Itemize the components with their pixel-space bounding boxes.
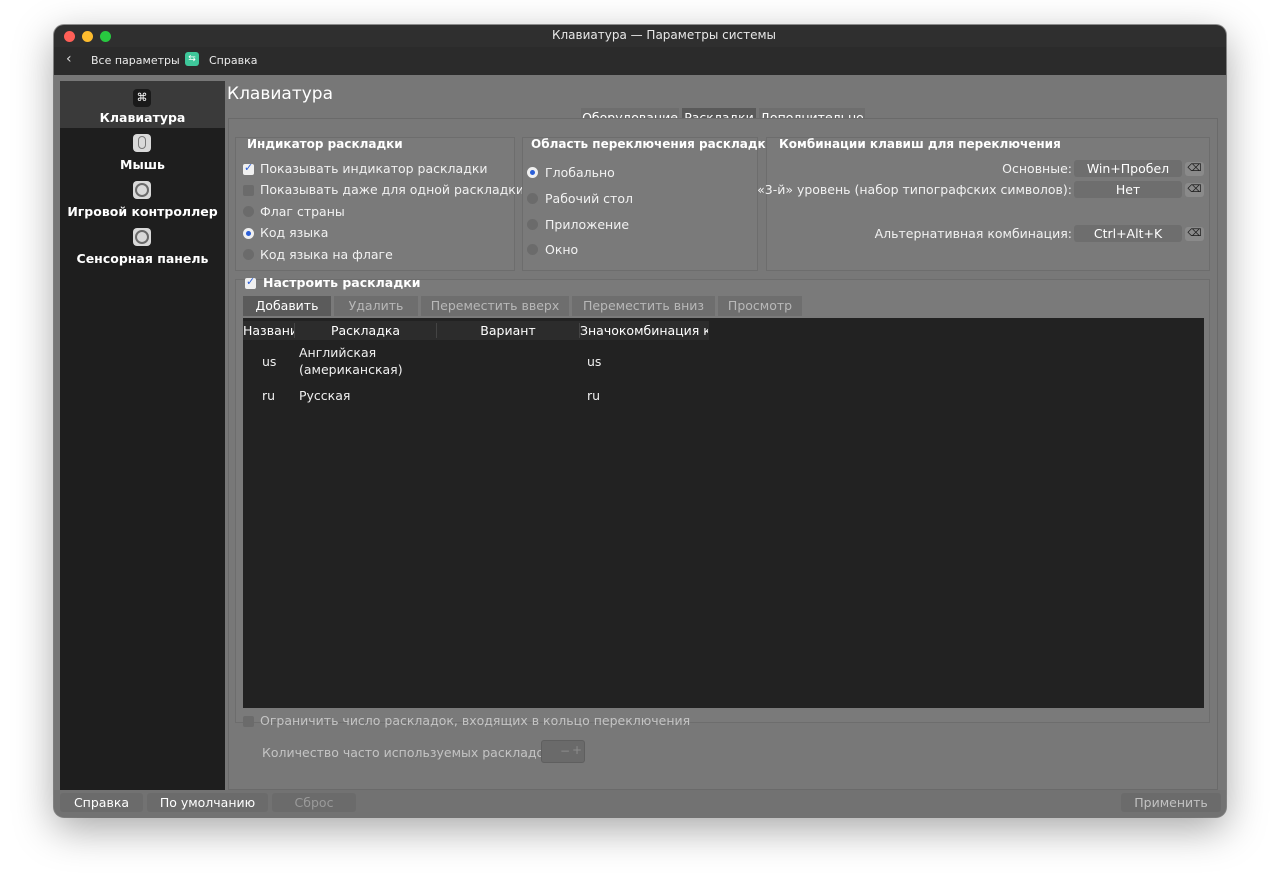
settings-window: Клавиатура — Параметры системы ‹ Все пар… [54, 25, 1226, 817]
move-down-button[interactable]: Переместить вниз [572, 296, 715, 316]
column-name[interactable]: Названи [243, 322, 294, 339]
desktop-radio[interactable] [527, 193, 538, 204]
minus-icon[interactable]: − [560, 744, 570, 758]
sidebar-item-label: Игровой контроллер [67, 204, 218, 219]
desktop-label: Рабочий стол [545, 191, 633, 206]
alt-shortcut-label: Альтернативная комбинация: [874, 226, 1072, 241]
limit-checkbox[interactable] [243, 716, 254, 727]
third-level-label: «3-й» уровень (набор типографских символ… [757, 182, 1072, 197]
show-single-label: Показывать даже для одной раскладки [260, 182, 524, 197]
sidebar-item-touchpad[interactable]: Сенсорная панель [60, 226, 225, 270]
title-bar: Клавиатура — Параметры системы [54, 25, 1226, 47]
global-radio[interactable] [527, 167, 538, 178]
table-row[interactable]: us Английская (американская) us [243, 342, 709, 382]
help-footer-button[interactable]: Справка [60, 793, 143, 812]
row-layout: Английская [299, 345, 377, 360]
apply-button[interactable]: Применить [1121, 793, 1221, 812]
flag-radio[interactable] [243, 206, 254, 217]
sidebar-item-label: Сенсорная панель [76, 251, 209, 266]
app-label: Приложение [545, 217, 630, 232]
code-radio[interactable] [243, 228, 254, 239]
sidebar: ⌘ Клавиатура Мышь Игровой контроллер Сен… [60, 81, 225, 791]
plus-icon[interactable]: + [572, 743, 582, 757]
table-row[interactable]: ru Русская ru [243, 383, 709, 407]
row-code: us [262, 354, 277, 369]
shortcuts-group-title: Комбинации клавиш для переключения [779, 137, 1061, 151]
flag-label: Флаг страны [260, 204, 345, 219]
sidebar-item-keyboard[interactable]: ⌘ Клавиатура [60, 81, 225, 128]
sidebar-item-gamepad[interactable]: Игровой контроллер [60, 179, 225, 223]
window-label: Окно [545, 242, 579, 257]
main-shortcut-label: Основные: [1002, 161, 1072, 176]
code-label: Код языка [260, 225, 329, 240]
page-title: Клавиатура [227, 84, 334, 104]
help-button[interactable]: Справка [209, 54, 257, 67]
window-title: Клавиатура — Параметры системы [551, 28, 777, 42]
backspace-icon[interactable]: ⌫ [1185, 183, 1204, 197]
show-indicator-label: Показывать индикатор раскладки [260, 161, 488, 176]
column-layout[interactable]: Раскладка [295, 322, 436, 339]
scope-group-title: Область переключения раскладки [531, 137, 775, 151]
chevron-left-icon[interactable]: ‹ [66, 51, 72, 67]
preview-button[interactable]: Просмотр [718, 296, 802, 316]
move-up-button[interactable]: Переместить вверх [421, 296, 569, 316]
alt-shortcut-button[interactable]: Ctrl+Alt+K [1074, 225, 1182, 242]
row-shortcut: ru [587, 388, 601, 403]
row-code: ru [262, 388, 276, 403]
configure-layouts-checkbox[interactable] [245, 275, 256, 289]
row-layout-cont: (американская) [299, 362, 403, 377]
defaults-button[interactable]: По умолчанию [147, 793, 268, 812]
shortcuts-group [766, 137, 1210, 271]
touchpad-icon [133, 228, 151, 246]
backspace-icon[interactable]: ⌫ [1185, 227, 1204, 241]
indicator-group-title: Индикатор раскладки [247, 137, 403, 151]
mouse-icon [133, 134, 151, 152]
sidebar-item-label: Мышь [120, 157, 165, 172]
show-single-checkbox[interactable] [243, 185, 254, 196]
third-level-button[interactable]: Нет [1074, 181, 1182, 198]
layouts-table[interactable]: Названи Раскладка Вариант Значокомбинаци… [243, 318, 1204, 708]
count-label: Количество часто используемых раскладок: [262, 745, 556, 760]
code-on-flag-label: Код языка на флаге [260, 247, 393, 262]
add-layout-button[interactable]: Добавить [243, 296, 331, 316]
toolbar: ‹ Все параметры ⇆ Справка [54, 47, 1226, 75]
help-icon[interactable]: ⇆ [185, 52, 199, 66]
reset-button[interactable]: Сброс [272, 793, 356, 812]
global-label: Глобально [545, 165, 615, 180]
row-shortcut: us [587, 354, 602, 369]
column-shortcut[interactable]: Значокомбинация клав [580, 322, 708, 339]
window-radio[interactable] [527, 244, 538, 255]
count-stepper[interactable]: − + [541, 740, 585, 763]
show-indicator-checkbox[interactable] [243, 161, 254, 175]
main-shortcut-button[interactable]: Win+Пробел [1074, 160, 1182, 177]
remove-layout-button[interactable]: Удалить [334, 296, 418, 316]
sidebar-item-label: Клавиатура [99, 110, 186, 125]
backspace-icon[interactable]: ⌫ [1185, 162, 1204, 176]
column-variant[interactable]: Вариант [437, 322, 579, 339]
all-settings-button[interactable]: Все параметры [91, 54, 180, 67]
code-on-flag-radio[interactable] [243, 249, 254, 260]
app-radio[interactable] [527, 219, 538, 230]
configure-layouts-label: Настроить раскладки [263, 275, 421, 290]
row-layout: Русская [299, 388, 351, 403]
gamepad-icon [133, 181, 151, 199]
limit-label: Ограничить число раскладок, входящих в к… [260, 713, 691, 728]
keyboard-icon: ⌘ [133, 89, 151, 107]
sidebar-item-mouse[interactable]: Мышь [60, 132, 225, 176]
